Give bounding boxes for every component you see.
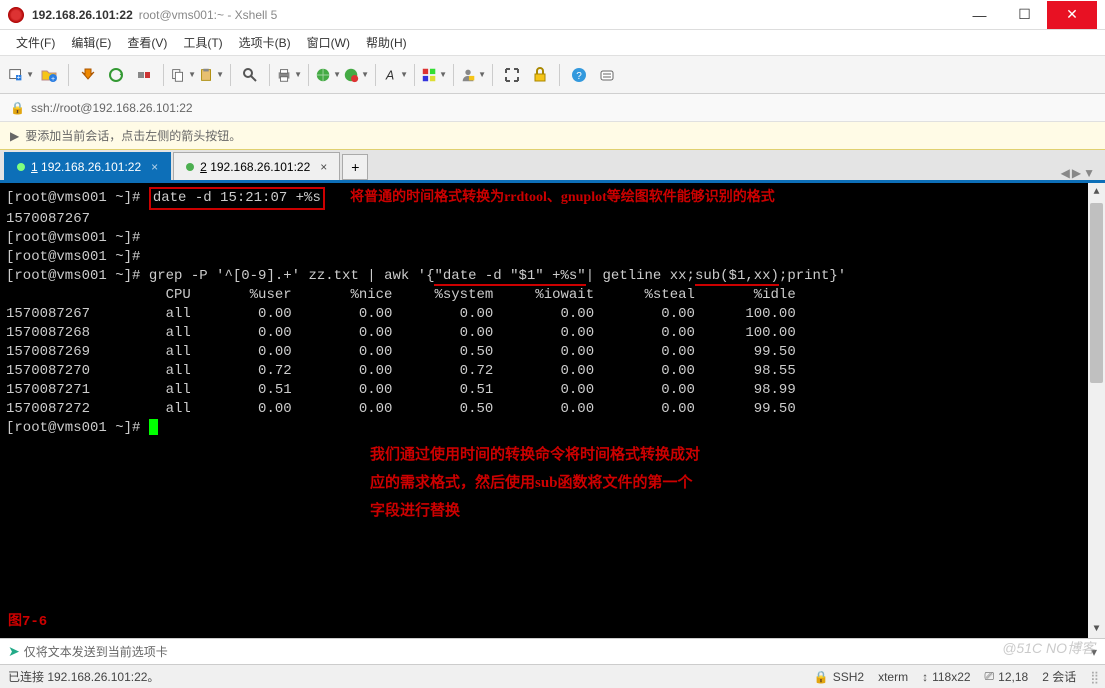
title-rest: root@vms001:~ - Xshell 5 — [139, 8, 278, 22]
reconnect-icon[interactable] — [103, 62, 129, 88]
search-icon[interactable] — [237, 62, 263, 88]
toolbar-separator — [308, 64, 309, 86]
tab-label: 192.168.26.101:22 — [41, 160, 141, 174]
svg-text:+: + — [17, 73, 21, 81]
svg-text:A: A — [385, 68, 394, 82]
new-session-icon[interactable]: +▼ — [8, 62, 34, 88]
status-sessions: 2 会话 — [1042, 668, 1076, 685]
tab-index: 1 — [31, 160, 38, 174]
figure-label: 图7-6 — [8, 613, 47, 632]
status-dot-icon — [17, 163, 25, 171]
terminal-scrollbar[interactable]: ▲ ▼ — [1088, 183, 1105, 638]
font-icon[interactable]: A▼ — [382, 62, 408, 88]
annotation-1: 将普通的时间格式转换为rrdtool、gnuplot等绘图软件能够识别的格式 — [350, 190, 775, 205]
status-grip-icon[interactable]: ⣿ — [1090, 670, 1097, 684]
toolbar-separator — [230, 64, 231, 86]
toolbar-separator — [559, 64, 560, 86]
palette-icon[interactable]: ▼ — [421, 62, 447, 88]
underline-date: "date -d "$1" +%s" — [434, 268, 585, 286]
tab-prev-icon[interactable]: ◀ — [1061, 166, 1070, 180]
toolbar-separator — [375, 64, 376, 86]
tab-label: 192.168.26.101:22 — [210, 160, 310, 174]
globe-green-icon[interactable]: ▼ — [315, 62, 341, 88]
cursor — [149, 419, 158, 435]
menu-help[interactable]: 帮助(H) — [360, 30, 413, 55]
menu-tabs[interactable]: 选项卡(B) — [233, 30, 297, 55]
toolbar-separator — [453, 64, 454, 86]
scroll-down-icon[interactable]: ▼ — [1088, 620, 1105, 638]
svg-text:+: + — [51, 76, 55, 83]
window-controls: — ☐ ✕ — [957, 1, 1097, 29]
menubar: 文件(F) 编辑(E) 查看(V) 工具(T) 选项卡(B) 窗口(W) 帮助(… — [0, 30, 1105, 56]
tab-close-icon[interactable]: × — [151, 160, 158, 174]
annotation-2: 我们通过使用时间的转换命令将时间格式转换成对 应的需求格式，然后使用sub函数将… — [370, 441, 700, 525]
fullscreen-icon[interactable] — [499, 62, 525, 88]
terminal[interactable]: [root@vms001 ~]# date -d 15:21:07 +%s 将普… — [0, 180, 1105, 638]
toolbar: +▼ + ▼ ▼ ▼ ▼ ▼ A▼ ▼ ▼ ? — [0, 56, 1105, 94]
globe-red-icon[interactable]: ▼ — [343, 62, 369, 88]
send-dropdown-icon[interactable]: ▾ — [1091, 645, 1097, 659]
infobar-text: 要添加当前会话，点击左侧的箭头按钮。 — [25, 127, 241, 144]
tab-close-icon[interactable]: × — [320, 160, 327, 174]
status-size: ↕ 118x22 — [922, 670, 970, 684]
session-tab-1[interactable]: 1 192.168.26.101:22 × — [4, 152, 171, 180]
infobar: ▶ 要添加当前会话，点击左侧的箭头按钮。 — [0, 122, 1105, 150]
toolbar-separator — [68, 64, 69, 86]
tab-menu-icon[interactable]: ▼ — [1083, 166, 1095, 180]
statusbar: 已连接 192.168.26.101:22。 🔒 SSH2 xterm ↕ 11… — [0, 664, 1105, 688]
toolbar-separator — [414, 64, 415, 86]
close-button[interactable]: ✕ — [1047, 1, 1097, 29]
disconnect-icon[interactable] — [131, 62, 157, 88]
tab-next-icon[interactable]: ▶ — [1072, 166, 1081, 180]
send-input-row[interactable]: ➤ 仅将文本发送到当前选项卡 ▾ — [0, 638, 1105, 664]
menu-tools[interactable]: 工具(T) — [177, 30, 228, 55]
terminal-content: [root@vms001 ~]# date -d 15:21:07 +%s 将普… — [6, 187, 1099, 438]
menu-view[interactable]: 查看(V) — [121, 30, 173, 55]
toolbar-separator — [269, 64, 270, 86]
about-icon[interactable] — [594, 62, 620, 88]
lock-small-icon: 🔒 — [10, 101, 25, 115]
new-tab-button[interactable]: + — [342, 154, 368, 180]
add-session-arrow-icon[interactable]: ▶ — [10, 129, 19, 143]
menu-edit[interactable]: 编辑(E) — [65, 30, 117, 55]
paste-icon[interactable]: ▼ — [198, 62, 224, 88]
tabbar: 1 192.168.26.101:22 × 2 192.168.26.101:2… — [0, 150, 1105, 180]
menu-window[interactable]: 窗口(W) — [301, 30, 356, 55]
highlighted-command: date -d 15:21:07 +%s — [149, 187, 325, 210]
minimize-button[interactable]: — — [957, 1, 1002, 29]
menu-file[interactable]: 文件(F) — [10, 30, 61, 55]
user-lock-icon[interactable]: ▼ — [460, 62, 486, 88]
copy-icon[interactable]: ▼ — [170, 62, 196, 88]
title-host: 192.168.26.101:22 — [32, 8, 133, 22]
status-dot-icon — [186, 163, 194, 171]
maximize-button[interactable]: ☐ — [1002, 1, 1047, 29]
status-connection: 已连接 192.168.26.101:22。 — [8, 668, 159, 685]
app-icon — [8, 7, 24, 23]
svg-text:?: ? — [576, 71, 582, 82]
addressbar[interactable]: 🔒 ssh://root@192.168.26.101:22 — [0, 94, 1105, 122]
printer-new-icon[interactable]: ▼ — [276, 62, 302, 88]
underline-sub: sub($1,xx) — [695, 268, 779, 286]
tab-nav: ◀ ▶ ▼ — [1061, 166, 1101, 180]
status-protocol: 🔒 SSH2 — [814, 670, 864, 684]
status-terminal: xterm — [878, 670, 908, 684]
toolbar-separator — [163, 64, 164, 86]
scrollbar-thumb[interactable] — [1090, 203, 1103, 383]
titlebar: 192.168.26.101:22 root@vms001:~ - Xshell… — [0, 0, 1105, 30]
help-icon[interactable]: ? — [566, 62, 592, 88]
folder-add-icon[interactable]: + — [36, 62, 62, 88]
transfer-icon[interactable] — [75, 62, 101, 88]
send-arrow-icon[interactable]: ➤ — [8, 643, 20, 660]
toolbar-separator — [492, 64, 493, 86]
send-placeholder: 仅将文本发送到当前选项卡 — [24, 643, 168, 660]
tab-index: 2 — [200, 160, 207, 174]
lock-icon[interactable] — [527, 62, 553, 88]
address-url: ssh://root@192.168.26.101:22 — [31, 101, 193, 115]
session-tab-2[interactable]: 2 192.168.26.101:22 × — [173, 152, 340, 180]
scroll-up-icon[interactable]: ▲ — [1088, 183, 1105, 201]
